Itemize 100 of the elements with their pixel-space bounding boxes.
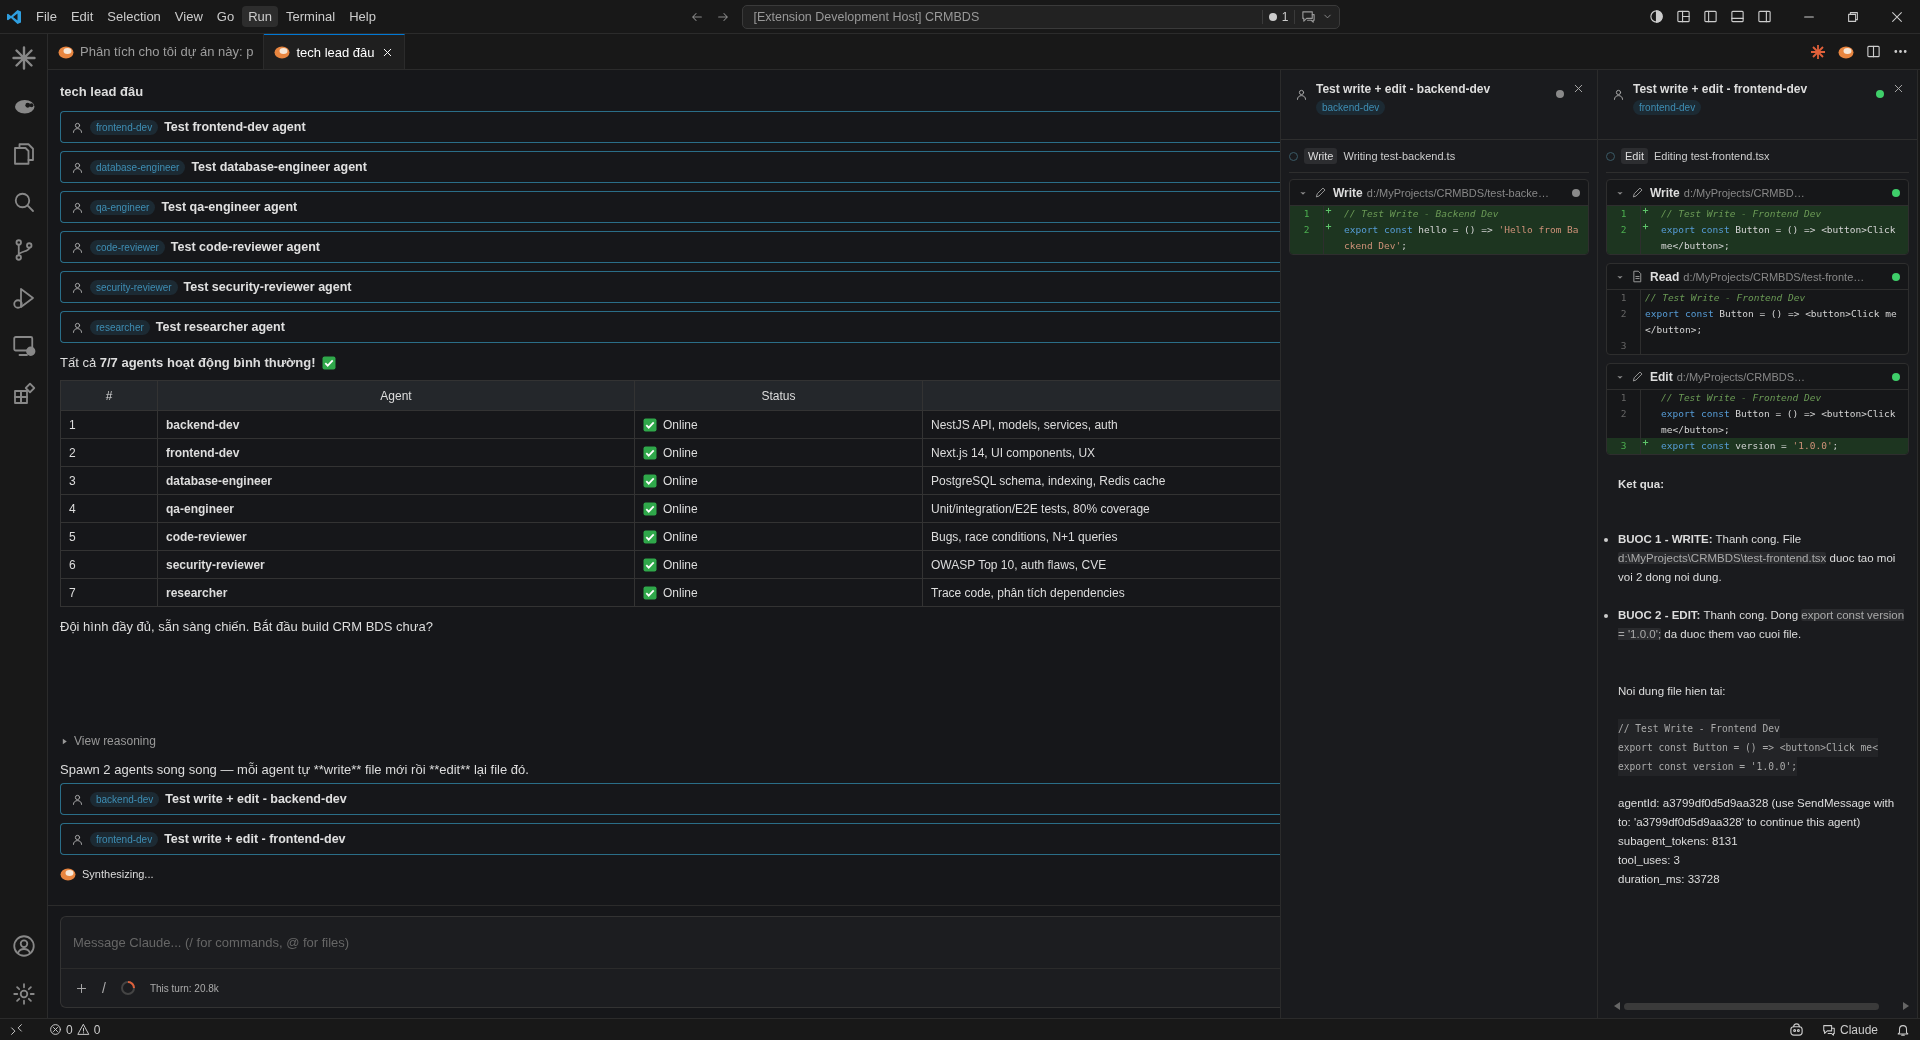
menu-item[interactable]: Go xyxy=(210,6,241,27)
menu-item[interactable]: Edit xyxy=(64,6,100,27)
problems-status[interactable]: 0 0 xyxy=(49,1022,101,1037)
code-line: // Test Write - Frontend Dev xyxy=(1660,391,1823,405)
scroll-left-icon[interactable] xyxy=(1614,1002,1620,1010)
code-line: // Test Write - Frontend Dev xyxy=(1644,291,1807,305)
menu-item[interactable]: Terminal xyxy=(280,6,342,27)
panel-title: Test write + edit - frontend-dev xyxy=(1633,82,1808,96)
person-icon xyxy=(1295,88,1308,101)
menu-item[interactable]: View xyxy=(168,6,209,27)
tool-title: Read d:/MyProjects/CRMBDS/test-fronte… xyxy=(1650,269,1865,284)
agent-card[interactable]: qa-engineer Test qa-engineer agent xyxy=(60,191,1280,223)
agent-card[interactable]: security-reviewer Test security-reviewer agent xyxy=(60,271,1280,303)
app-logo-icon[interactable] xyxy=(6,8,22,25)
table-cell: NestJS API, models, services, auth xyxy=(931,417,1118,432)
table-cell: Online xyxy=(663,529,698,544)
problems-badge[interactable]: 1 xyxy=(1261,9,1296,24)
table-cell: researcher xyxy=(166,585,228,600)
table-cell: 5 xyxy=(69,529,76,544)
menu-item[interactable]: Help xyxy=(343,6,382,27)
command-center[interactable]: [Extension Development Host] CRMBDS 1 xyxy=(742,4,1341,29)
tool-title: Edit d:/MyProjects/CRMBDS… xyxy=(1650,369,1806,384)
result-text: agentId: a3799df0d5d9aa328 (use SendMessage with to: 'a3799df0d5d9aa328' to continue this agent) xyxy=(1618,796,1896,830)
settings-icon[interactable] xyxy=(11,982,36,1006)
tool-label: Edit xyxy=(1621,148,1648,164)
activity-text: Writing test-backend.ts xyxy=(1343,150,1456,162)
logo-icon xyxy=(1838,44,1854,59)
bell-icon[interactable] xyxy=(1896,1022,1910,1037)
chat-status[interactable]: Claude xyxy=(1821,1022,1878,1037)
chat-title: tech lead đâu xyxy=(60,84,145,99)
files-icon[interactable] xyxy=(11,142,36,166)
agent-tag: researcher xyxy=(90,319,150,335)
split-editor-icon[interactable] xyxy=(1866,44,1881,59)
check-icon xyxy=(643,473,657,488)
line-number: 2 xyxy=(1607,306,1641,338)
chat-icon[interactable] xyxy=(1301,9,1317,24)
plus-icon xyxy=(1324,222,1333,231)
warning-icon xyxy=(76,1023,90,1036)
menu-item[interactable]: File xyxy=(30,6,63,27)
table-cell: database-engineer xyxy=(166,473,273,488)
message-input[interactable]: Message Claude... (/ for commands, @ for files) / This turn: 20.8k xyxy=(60,916,1280,1008)
agent-tag: frontend-dev xyxy=(90,119,159,135)
panel-bottom-icon[interactable] xyxy=(1730,9,1745,24)
check-icon xyxy=(643,585,657,600)
layout-icon[interactable] xyxy=(1676,9,1691,24)
result-paragraph: BUOC 1 - WRITE: Thanh cong. File d:\MyProjects\CRMBDS\test-frontend.tsx duoc tao moi voi 2 dong noi dung. xyxy=(1618,532,1897,585)
editor-tab[interactable]: tech lead đâu xyxy=(264,34,405,69)
message-text: Spawn 2 agents song song — mỗi agent tự **write** file mới rồi **edit** lại file đó. xyxy=(60,762,530,777)
account-icon[interactable] xyxy=(11,934,36,958)
agent-card[interactable]: frontend-dev Test write + edit - frontend-dev xyxy=(60,823,1280,855)
result-text: tool_uses: 3 xyxy=(1618,853,1681,868)
sidebar-left-icon[interactable] xyxy=(1703,9,1718,24)
agent-card[interactable]: backend-dev Test write + edit - backend-dev xyxy=(60,783,1280,815)
result-text: Noi dung file hien tai: xyxy=(1618,684,1727,699)
agent-card[interactable]: researcher Test researcher agent xyxy=(60,311,1280,343)
table-cell: Online xyxy=(663,445,698,460)
table-cell: 4 xyxy=(69,501,76,516)
reasoning-toggle[interactable]: View reasoning xyxy=(74,734,156,748)
command-button[interactable]: / xyxy=(102,980,106,996)
run-debug-icon[interactable] xyxy=(11,286,36,310)
agent-card[interactable]: database-engineer Test database-engineer agent xyxy=(60,151,1280,183)
check-icon xyxy=(643,501,657,516)
sparkle-icon[interactable] xyxy=(1810,43,1826,60)
menu-item[interactable]: Run xyxy=(242,6,278,27)
chat-icon xyxy=(1821,1022,1836,1037)
remote-explorer-icon[interactable] xyxy=(11,334,36,358)
agent-task: Test researcher agent xyxy=(155,320,285,334)
restore-icon[interactable] xyxy=(1846,9,1860,24)
close-icon[interactable] xyxy=(1892,82,1905,95)
sidebar-right-icon[interactable] xyxy=(1757,9,1772,24)
table-cell: Unit/integration/E2E tests, 80% coverage xyxy=(931,501,1150,516)
sparkle-icon[interactable] xyxy=(11,46,36,70)
copilot-icon[interactable] xyxy=(1788,1022,1804,1037)
line-number: 2 xyxy=(1290,222,1324,254)
menu-item[interactable]: Selection xyxy=(101,6,167,27)
bullet-icon xyxy=(1604,538,1608,542)
status-text: Synthesizing... xyxy=(82,868,154,880)
close-icon[interactable] xyxy=(1890,9,1904,24)
check-icon xyxy=(643,529,657,544)
line-number: 3 xyxy=(1607,438,1641,454)
agent-tag: qa-engineer xyxy=(90,199,156,215)
column-header: # xyxy=(61,381,158,411)
plus-icon xyxy=(1641,438,1650,447)
close-icon[interactable] xyxy=(1572,82,1585,95)
expand-triangle-icon[interactable] xyxy=(60,736,69,746)
table-cell: 2 xyxy=(69,445,76,460)
remote-icon[interactable] xyxy=(10,1023,23,1036)
table-cell: security-reviewer xyxy=(166,557,265,572)
pencil-icon xyxy=(1314,186,1327,199)
plus-icon[interactable] xyxy=(75,981,88,995)
agent-card[interactable]: frontend-dev Test frontend-dev agent xyxy=(60,111,1280,143)
agent-tag: frontend-dev xyxy=(90,831,159,847)
line-number: 1 xyxy=(1607,390,1641,406)
tool-title: Write d:/MyProjects/CRMBDS/test-backe… xyxy=(1333,185,1549,200)
scroll-right-icon[interactable] xyxy=(1903,1002,1909,1010)
half-circle-icon[interactable] xyxy=(1649,9,1664,24)
agent-card[interactable]: code-reviewer Test code-reviewer agent xyxy=(60,231,1280,263)
scrollbar-thumb[interactable] xyxy=(1624,1002,1879,1010)
extensions-icon[interactable] xyxy=(11,382,36,406)
result-text: duration_ms: 33728 xyxy=(1618,872,1721,887)
